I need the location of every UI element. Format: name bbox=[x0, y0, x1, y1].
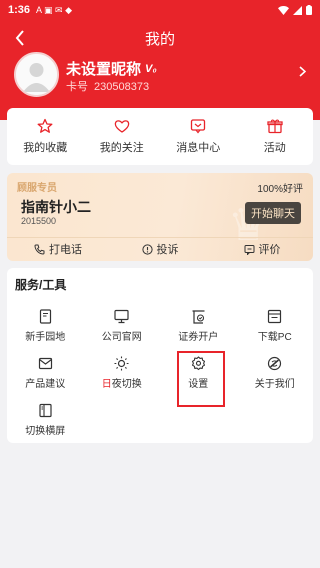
sun-icon bbox=[114, 356, 129, 370]
heart-icon bbox=[114, 120, 130, 133]
tool-about-us[interactable]: 关于我们 bbox=[237, 349, 314, 396]
about-icon bbox=[268, 356, 282, 370]
wifi-icon bbox=[278, 5, 289, 15]
tool-beginner-guide[interactable]: 新手园地 bbox=[7, 302, 84, 349]
tool-rotate-screen[interactable]: 切换横屏 bbox=[7, 396, 84, 443]
settings-icon bbox=[191, 355, 205, 370]
monitor-icon bbox=[114, 309, 129, 323]
battery-icon bbox=[306, 5, 312, 15]
specialist-tag: 顾服专员 bbox=[17, 183, 57, 194]
quick-link-favorites[interactable]: 我的收藏 bbox=[7, 108, 84, 165]
quick-link-label: 活动 bbox=[263, 142, 286, 154]
tool-label: 公司官网 bbox=[101, 331, 142, 343]
account-open-icon bbox=[192, 309, 205, 324]
call-button[interactable]: 打电话 bbox=[7, 239, 109, 259]
profile-detail-button[interactable] bbox=[299, 66, 306, 77]
chevron-right-icon bbox=[299, 66, 306, 77]
tool-product-suggestion[interactable]: 产品建议 bbox=[7, 349, 84, 396]
complaint-button[interactable]: 投诉 bbox=[109, 239, 211, 259]
vip-level-badge: V₀ bbox=[145, 62, 157, 75]
tool-label: 新手园地 bbox=[25, 331, 66, 343]
divider bbox=[7, 237, 313, 238]
call-label: 打电话 bbox=[49, 244, 82, 256]
tool-official-website[interactable]: 公司官网 bbox=[84, 302, 161, 349]
gift-icon bbox=[267, 119, 283, 134]
download-pc-icon bbox=[268, 309, 282, 323]
review-label: 评价 bbox=[258, 244, 281, 256]
review-button[interactable]: 评价 bbox=[211, 239, 313, 259]
status-bar: 1:36 A ▣ ✉ ◆ bbox=[0, 0, 320, 20]
quick-link-label: 消息中心 bbox=[176, 142, 221, 154]
tool-label-rest: 夜切换 bbox=[111, 378, 142, 390]
quick-link-messages[interactable]: 消息中心 bbox=[160, 108, 237, 165]
service-specialist-card: ♛ 顾服专员 100%好评 指南针小二 2015500 开始聊天 打电话 投诉 … bbox=[7, 173, 313, 261]
tool-label: 产品建议 bbox=[25, 378, 66, 390]
tool-label: 关于我们 bbox=[254, 378, 295, 390]
nickname-row[interactable]: 未设置昵称 V₀ bbox=[66, 58, 157, 79]
tool-label: 日夜切换 bbox=[102, 375, 142, 390]
tool-download-pc[interactable]: 下载PC bbox=[237, 302, 314, 349]
card-number-value: 230508373 bbox=[94, 81, 150, 93]
tools-card: 服务/工具 新手园地 公司官网 证券开户 下载PC 产品建议 日夜切换 设置 关… bbox=[7, 268, 313, 443]
specialist-rating: 100%好评 bbox=[257, 184, 303, 195]
phone-icon bbox=[34, 244, 45, 255]
status-time: 1:36 bbox=[8, 4, 31, 16]
avatar[interactable] bbox=[14, 52, 59, 97]
tool-settings[interactable]: 设置 bbox=[160, 349, 237, 407]
tools-title: 服务/工具 bbox=[15, 278, 67, 292]
quick-links-card: 我的收藏 我的关注 消息中心 活动 bbox=[7, 108, 313, 165]
default-avatar-icon bbox=[16, 54, 57, 95]
tool-label: 设置 bbox=[188, 378, 209, 390]
warning-icon bbox=[141, 243, 153, 255]
quick-link-label: 我的关注 bbox=[99, 142, 144, 154]
specialist-id: 2015500 bbox=[21, 216, 57, 226]
complaint-label: 投诉 bbox=[156, 244, 179, 256]
rotate-screen-icon bbox=[39, 403, 52, 417]
specialist-actions: 打电话 投诉 评价 bbox=[7, 239, 313, 259]
star-icon bbox=[37, 118, 53, 133]
quick-link-label: 我的收藏 bbox=[23, 142, 68, 154]
card-number-label: 卡号 bbox=[66, 81, 88, 93]
start-chat-button[interactable]: 开始聊天 bbox=[245, 202, 301, 224]
tool-securities-account[interactable]: 证券开户 bbox=[160, 302, 237, 349]
tool-label: 证券开户 bbox=[178, 331, 219, 343]
notification-icons: A ▣ ✉ ◆ bbox=[36, 4, 73, 15]
message-icon bbox=[191, 119, 206, 134]
tool-day-night-toggle[interactable]: 日夜切换 bbox=[84, 349, 161, 396]
tool-label-prefix: 日 bbox=[101, 378, 112, 390]
nickname: 未设置昵称 bbox=[66, 61, 142, 78]
card-number-row: 卡号 230508373 bbox=[66, 78, 149, 94]
specialist-name: 指南针小二 bbox=[21, 199, 91, 215]
mail-icon bbox=[38, 357, 52, 369]
quick-link-activities[interactable]: 活动 bbox=[237, 108, 314, 165]
review-icon bbox=[244, 244, 254, 255]
signal-icon bbox=[293, 5, 302, 15]
profile-header: 我的 未设置昵称 V₀ 卡号 230508373 bbox=[0, 20, 320, 120]
tool-label: 下载PC bbox=[257, 331, 292, 343]
quick-link-following[interactable]: 我的关注 bbox=[84, 108, 161, 165]
tools-grid: 新手园地 公司官网 证券开户 下载PC 产品建议 日夜切换 设置 关于我们 切换… bbox=[7, 302, 313, 443]
tool-label: 切换横屏 bbox=[25, 425, 66, 437]
page-title: 我的 bbox=[144, 31, 175, 48]
book-icon bbox=[39, 308, 51, 324]
